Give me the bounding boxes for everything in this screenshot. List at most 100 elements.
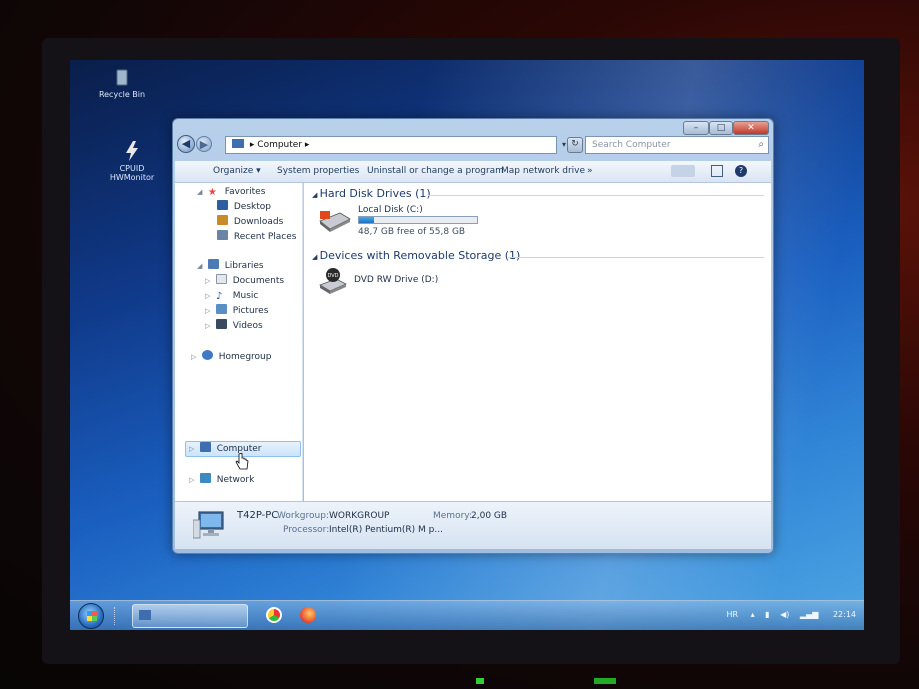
power-led [476, 678, 484, 684]
collapse-arrow-icon: ▷ [205, 292, 211, 300]
group-collapse-icon: ◢ [312, 253, 320, 261]
recycle-bin-icon [116, 69, 128, 86]
recent-places-icon [217, 230, 228, 240]
videos-icon [215, 319, 227, 329]
group-hdd-label: Hard Disk Drives (1) [319, 187, 431, 200]
nav-libraries-label: Libraries [224, 261, 264, 271]
system-properties-button[interactable]: System properties [277, 166, 359, 176]
nav-pictures-label: Pictures [232, 306, 269, 316]
more-commands-button[interactable]: » [587, 166, 593, 176]
forward-button[interactable]: ▶ [196, 136, 212, 152]
preview-pane-icon[interactable] [711, 165, 723, 177]
start-button[interactable] [78, 603, 104, 629]
desktop-folder-icon [217, 200, 228, 210]
cpuid-label-2: HWMonitor [109, 173, 155, 182]
nav-downloads-label: Downloads [233, 217, 284, 227]
nav-homegroup-label: Homegroup [218, 352, 272, 362]
address-breadcrumb[interactable]: Computer [257, 140, 302, 150]
group-divider [508, 257, 764, 258]
view-options-icon[interactable] [671, 165, 695, 177]
nav-recent-places[interactable]: Recent Places [217, 230, 296, 244]
music-icon: ♪ [215, 291, 223, 302]
nav-computer[interactable]: ▷ Computer [189, 442, 262, 456]
taskbar-explorer-button[interactable] [132, 604, 248, 628]
taskbar: HR ▴ ▮ ◀) ▂▄▆ 22:14 [70, 600, 864, 630]
nav-favorites[interactable]: ◢ ★ Favorites [197, 185, 265, 199]
nav-homegroup[interactable]: ▷ Homegroup [191, 350, 271, 364]
map-network-drive-button[interactable]: Map network drive [501, 166, 585, 176]
expand-arrow-icon: ◢ [197, 262, 203, 270]
computer-icon [139, 610, 151, 620]
organize-button[interactable]: Organize ▾ [213, 166, 261, 176]
nav-libraries[interactable]: ◢ Libraries [197, 259, 264, 273]
nav-network[interactable]: ▷ Network [189, 473, 254, 487]
expand-arrow-icon: ◢ [197, 188, 203, 196]
computer-icon [193, 511, 224, 539]
clock[interactable]: 22:14 [833, 610, 856, 619]
hard-drive-icon [319, 211, 351, 232]
nav-downloads[interactable]: Downloads [217, 215, 283, 229]
desktop-screen: Recycle Bin CPUID HWMonitor ◀ ▶ ▸ Comput… [70, 60, 864, 630]
processor-label: Processor: [283, 525, 330, 535]
nav-network-label: Network [216, 475, 255, 485]
battery-icon[interactable]: ▮ [765, 610, 769, 619]
language-indicator[interactable]: HR [726, 610, 738, 619]
navigation-pane: ◢ ★ Favorites Desktop Downloads Recent P… [175, 183, 303, 501]
address-bar[interactable]: ▸ Computer ▸ [225, 136, 557, 154]
magnifier-icon: ⌕ [758, 139, 764, 150]
group-removable-storage[interactable]: ◢ Devices with Removable Storage (1) [312, 249, 520, 262]
title-bar[interactable]: ◀ ▶ ▸ Computer ▸ ▾ ↻ Search Computer ⌕ –… [173, 119, 773, 157]
search-input[interactable]: Search Computer ⌕ [585, 136, 769, 154]
uninstall-program-button[interactable]: Uninstall or change a program [367, 166, 504, 176]
collapse-arrow-icon: ▷ [205, 307, 211, 315]
command-bar: Organize ▾ System properties Uninstall o… [175, 161, 771, 183]
documents-icon [215, 274, 227, 284]
volume-icon[interactable]: ◀) [780, 610, 789, 619]
nav-pictures[interactable]: ▷ Pictures [205, 304, 268, 318]
recycle-bin-shortcut[interactable]: Recycle Bin [92, 66, 152, 99]
nav-videos[interactable]: ▷ Videos [205, 319, 263, 333]
refresh-button[interactable]: ↻ [567, 137, 583, 153]
nav-documents[interactable]: ▷ Documents [205, 274, 284, 288]
collapse-arrow-icon: ▷ [189, 445, 195, 453]
cpuid-shortcut[interactable]: CPUID HWMonitor [102, 140, 162, 182]
group-removable-label: Devices with Removable Storage (1) [319, 249, 521, 262]
group-collapse-icon: ◢ [312, 191, 320, 199]
nav-videos-label: Videos [232, 321, 263, 331]
maximize-button[interactable]: □ [709, 121, 733, 135]
collapse-arrow-icon: ▷ [189, 476, 195, 484]
minimize-button[interactable]: – [683, 121, 709, 135]
forward-arrow-icon: ▶ [199, 138, 209, 151]
dvd-drive-d[interactable]: DVD DVD RW Drive (D:) [318, 267, 478, 299]
tray-arrow-icon[interactable]: ▴ [751, 610, 755, 619]
local-disk-c[interactable]: Local Disk (C:) 48,7 GB free of 55,8 GB [318, 205, 498, 241]
search-placeholder: Search Computer [592, 140, 671, 150]
hand-cursor-icon [235, 453, 249, 470]
collapse-arrow-icon: ▷ [191, 353, 197, 361]
computer-icon [199, 442, 211, 452]
group-hard-disk-drives[interactable]: ◢ Hard Disk Drives (1) [312, 187, 431, 200]
disk-usage-bar [358, 216, 478, 224]
help-icon[interactable]: ? [735, 165, 747, 177]
signal-icon[interactable]: ▂▄▆ [800, 610, 818, 619]
details-pane: T42P-PC Workgroup: WORKGROUP Memory: 2,0… [175, 501, 771, 549]
close-button[interactable]: ✕ [733, 121, 769, 135]
star-icon: ★ [207, 187, 217, 198]
pictures-icon [215, 304, 227, 314]
processor-value: Intel(R) Pentium(R) M p... [329, 525, 443, 535]
disk-usage-fill [359, 217, 375, 223]
pc-name: T42P-PC [237, 510, 279, 521]
chrome-icon[interactable] [266, 607, 282, 623]
system-tray: HR ▴ ▮ ◀) ▂▄▆ 22:14 [726, 610, 856, 619]
dvd-badge: DVD [327, 273, 338, 279]
nav-favorites-label: Favorites [224, 187, 266, 197]
memory-value: 2,00 GB [471, 511, 508, 521]
lightning-icon [126, 141, 138, 161]
workgroup-value: WORKGROUP [329, 511, 390, 521]
nav-desktop[interactable]: Desktop [217, 200, 271, 214]
back-button[interactable]: ◀ [177, 135, 195, 153]
explorer-window: ◀ ▶ ▸ Computer ▸ ▾ ↻ Search Computer ⌕ –… [172, 118, 774, 554]
collapse-arrow-icon: ▷ [205, 322, 211, 330]
nav-music[interactable]: ▷ ♪ Music [205, 289, 258, 303]
firefox-icon[interactable] [300, 607, 316, 623]
